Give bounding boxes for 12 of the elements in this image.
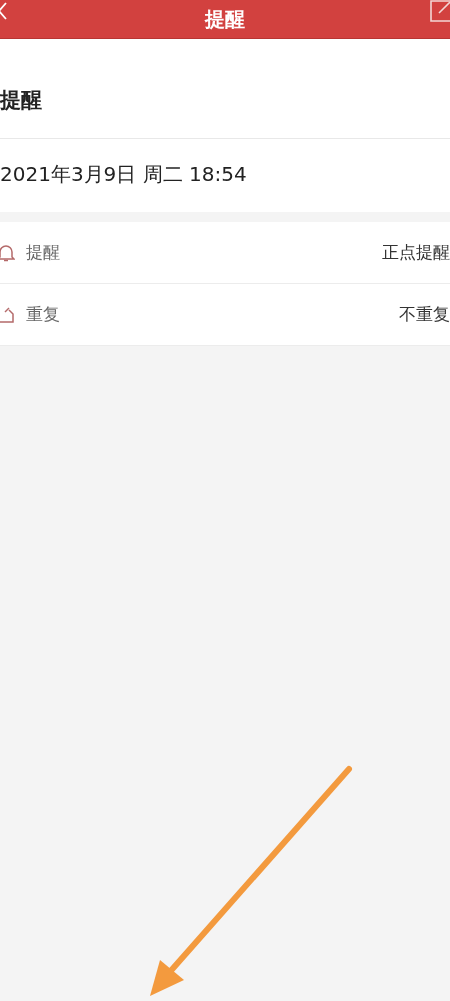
back-icon[interactable] — [0, 2, 7, 20]
setting-row[interactable]: 提醒 正点提醒 — [0, 222, 450, 284]
bell-icon — [0, 243, 15, 262]
setting-row[interactable]: 重复 不重复 — [0, 284, 450, 346]
setting-value: 正点提醒 — [382, 241, 450, 264]
header-title: 提醒 — [205, 5, 245, 33]
setting-value: 不重复 — [399, 303, 450, 326]
reminder-heading: 提醒 — [0, 86, 42, 114]
setting-label: 重复 — [26, 303, 60, 326]
repeat-icon — [0, 305, 15, 324]
edit-icon[interactable] — [429, 0, 450, 22]
setting-label: 提醒 — [26, 241, 60, 264]
